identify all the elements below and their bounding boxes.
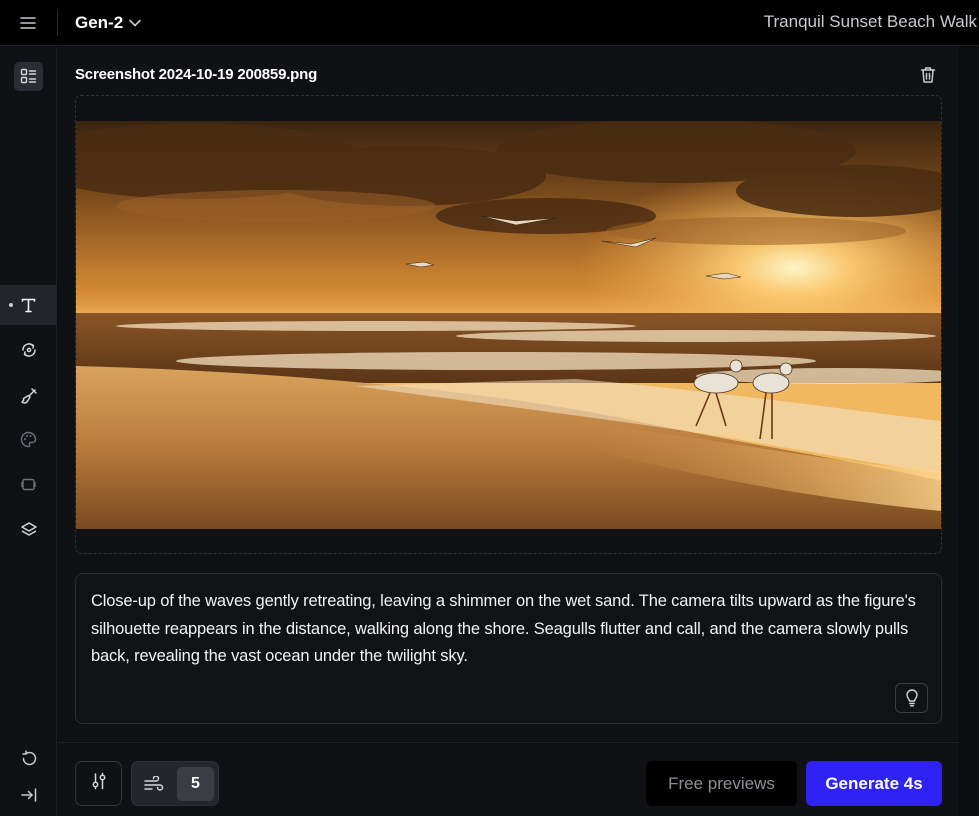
prompt-textarea[interactable]: Close-up of the waves gently retreating,… [75,573,942,724]
topbar-divider [57,10,58,36]
sliders-icon [91,772,107,795]
chevron-down-icon [129,14,141,32]
free-previews-button[interactable]: Free previews [646,761,797,806]
active-indicator-dot [9,303,13,307]
motion-brush-icon[interactable] [14,381,43,410]
text-tool-icon[interactable] [14,291,43,320]
assets-panel-icon[interactable] [14,62,43,91]
wind-motion-icon[interactable] [142,773,166,795]
project-title[interactable]: Tranquil Sunset Beach Walk [764,12,977,32]
tool-sidebar [0,47,57,816]
general-motion-control: 5 [131,761,219,806]
lightbulb-icon[interactable] [895,683,928,713]
frames-icon[interactable] [14,470,43,499]
settings-sliders-button[interactable] [75,761,122,806]
camera-motion-icon[interactable] [14,335,43,364]
layers-icon[interactable] [14,515,43,544]
top-bar: Gen-2 Tranquil Sunset Beach Walk [0,0,979,46]
footer-divider [58,742,959,743]
model-selector[interactable]: Gen-2 [75,10,141,36]
trash-icon[interactable] [917,64,939,86]
hamburger-menu-icon[interactable] [14,10,42,36]
collapse-panel-icon[interactable] [14,780,43,809]
prompt-text[interactable]: Close-up of the waves gently retreating,… [91,588,933,671]
style-palette-icon[interactable] [14,425,43,454]
model-label: Gen-2 [75,13,124,32]
input-image [76,121,941,529]
motion-value[interactable]: 5 [177,767,214,801]
reset-icon[interactable] [14,744,43,773]
media-filename: Screenshot 2024-10-19 200859.png [75,66,318,83]
scrollbar-track[interactable] [959,47,979,816]
generate-button[interactable]: Generate 4s [806,761,942,806]
